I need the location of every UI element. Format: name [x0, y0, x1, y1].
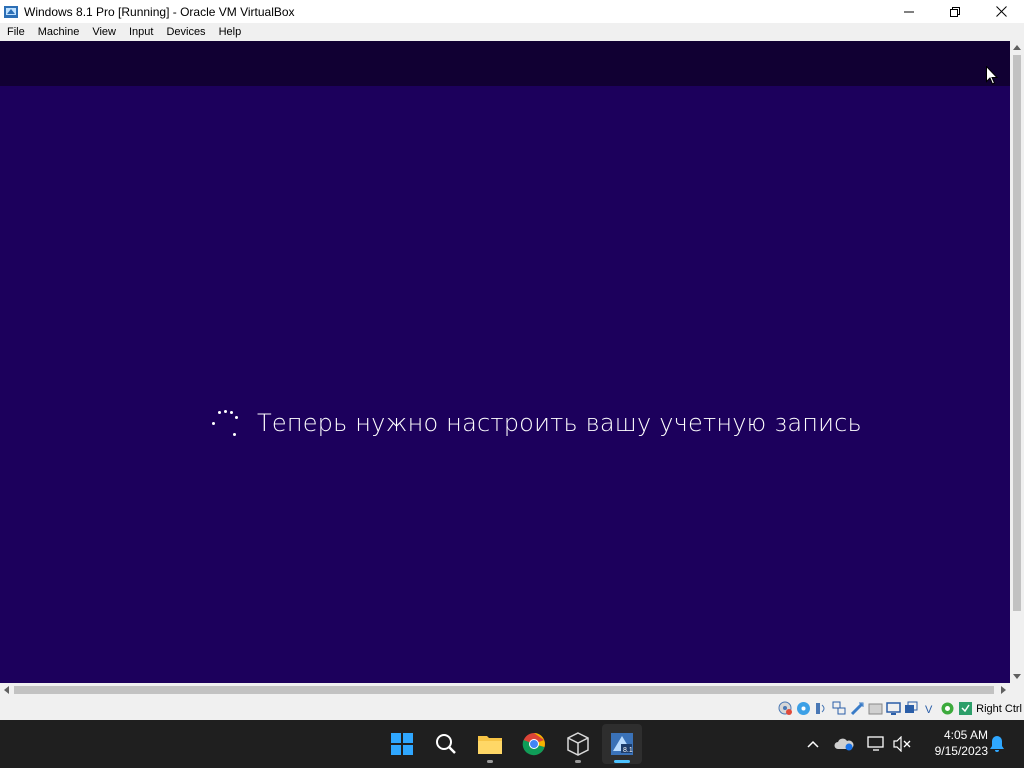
menu-view[interactable]: View — [85, 23, 122, 41]
network-icon[interactable] — [832, 701, 847, 716]
svg-text:V: V — [925, 704, 933, 716]
search-icon[interactable] — [426, 724, 466, 764]
windows-taskbar: 8.1 4:05 AM 9/15/2023 — [0, 720, 1024, 768]
virtualbox-vm-window-icon[interactable]: 8.1 — [602, 724, 642, 764]
vertical-scrollbar[interactable] — [1010, 41, 1024, 683]
horizontal-scrollbar[interactable] — [0, 683, 1010, 697]
vm-display[interactable]: Теперь нужно настроить вашу учетную запи… — [0, 41, 1010, 683]
audio-icon[interactable] — [814, 701, 829, 716]
start-icon[interactable] — [382, 724, 422, 764]
clock-date: 9/15/2023 — [934, 744, 988, 758]
maximize-icon[interactable] — [932, 0, 978, 23]
active-indicator — [614, 760, 630, 763]
menu-help[interactable]: Help — [212, 23, 248, 41]
clock[interactable]: 4:05 AM 9/15/2023 — [918, 727, 988, 759]
title-bar: Windows 8.1 Pro [Running] - Oracle VM Vi… — [0, 0, 1024, 23]
host-key-label[interactable]: Right Ctrl — [976, 703, 1022, 715]
horizontal-scroll-thumb[interactable] — [14, 686, 994, 694]
mouse-cursor-icon — [986, 65, 999, 90]
cpu-icon[interactable] — [940, 701, 955, 716]
vm-top-band — [0, 41, 1010, 86]
bell-icon[interactable] — [986, 720, 1008, 768]
scroll-left-icon[interactable] — [4, 686, 9, 694]
scroll-right-icon[interactable] — [1001, 686, 1006, 694]
setup-status: Теперь нужно настроить вашу учетную запи… — [210, 407, 862, 439]
scroll-up-icon[interactable] — [1013, 45, 1021, 50]
onedrive-icon[interactable] — [832, 720, 856, 768]
optical-drive-icon[interactable] — [796, 701, 811, 716]
menu-file[interactable]: File — [0, 23, 31, 41]
close-icon[interactable] — [978, 0, 1024, 23]
volume-muted-icon[interactable] — [890, 720, 914, 768]
file-explorer-icon[interactable] — [470, 724, 510, 764]
menu-input[interactable]: Input — [122, 23, 159, 41]
network-icon[interactable] — [864, 720, 888, 768]
scroll-down-icon[interactable] — [1013, 674, 1021, 679]
setup-message: Теперь нужно настроить вашу учетную запи… — [257, 409, 862, 437]
chrome-icon[interactable] — [514, 724, 554, 764]
menu-machine[interactable]: Machine — [31, 23, 86, 41]
virtualbox-vm-icon[interactable] — [3, 4, 19, 20]
hard-disk-icon[interactable] — [778, 701, 793, 716]
vm-status-bar: V Right Ctrl — [0, 697, 1024, 720]
svg-text:8.1: 8.1 — [623, 747, 633, 754]
virtualbox-manager-icon[interactable] — [558, 724, 598, 764]
running-indicator — [487, 760, 493, 763]
minimize-icon[interactable] — [886, 0, 932, 23]
loading-spinner-icon — [210, 407, 242, 439]
vertical-scroll-thumb[interactable] — [1013, 55, 1021, 611]
video-capture-icon[interactable] — [904, 701, 919, 716]
menu-bar: File Machine View Input Devices Help — [0, 23, 1024, 41]
running-indicator — [575, 760, 581, 763]
clock-time: 4:05 AM — [943, 728, 988, 742]
mouse-integration-icon[interactable] — [958, 701, 973, 716]
menu-devices[interactable]: Devices — [159, 23, 211, 41]
chevron-up-icon[interactable] — [802, 720, 824, 768]
virtualization-icon[interactable]: V — [922, 701, 937, 716]
usb-icon[interactable] — [850, 701, 865, 716]
window-controls — [886, 0, 1024, 23]
scroll-corner — [1010, 683, 1024, 697]
window-title: Windows 8.1 Pro [Running] - Oracle VM Vi… — [24, 4, 295, 19]
display-icon[interactable] — [886, 701, 901, 716]
shared-folders-icon[interactable] — [868, 701, 883, 716]
